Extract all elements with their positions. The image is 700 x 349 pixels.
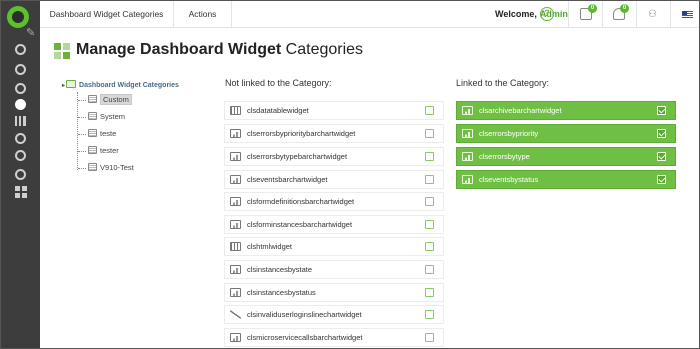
app-frame: ✎ Dashboard Widget Categories Actions We… xyxy=(0,0,700,349)
divider xyxy=(602,1,603,28)
linked-checkbox[interactable] xyxy=(657,129,666,138)
bar-chart-icon xyxy=(462,129,473,138)
grid-apps-icon[interactable] xyxy=(1,183,40,201)
link-checkbox[interactable] xyxy=(425,310,434,319)
gear-icon[interactable] xyxy=(1,146,40,164)
list-item[interactable]: clshtmlwidget xyxy=(224,237,444,256)
tree-item-tester[interactable]: tester xyxy=(78,145,119,157)
bar-chart-icon xyxy=(462,106,473,115)
linked-item[interactable]: clserrorsbypriority xyxy=(456,124,676,143)
linked-item[interactable]: clserrorsbytype xyxy=(456,147,676,166)
logo-icon[interactable] xyxy=(7,6,29,28)
welcome-label: Welcome, xyxy=(495,9,537,19)
notification-count-badge: 0 xyxy=(620,4,629,13)
link-checkbox[interactable] xyxy=(425,106,434,115)
list-item[interactable]: clserrorsbytypebarchartwidget xyxy=(224,147,444,166)
page-title: Manage Dashboard Widget Categories xyxy=(76,41,364,58)
list-item[interactable]: clserrorsbyprioritybarchartwidget xyxy=(224,124,444,143)
us-flag-icon[interactable] xyxy=(682,11,693,19)
linked-item[interactable]: clsarchivebarchartwidget xyxy=(456,101,676,120)
folder-icon xyxy=(66,80,77,88)
link-checkbox[interactable] xyxy=(425,197,434,206)
task-count-badge: 0 xyxy=(588,4,597,13)
bar-chart-icon xyxy=(230,152,241,161)
bar-chart-icon xyxy=(230,333,241,342)
document-icon xyxy=(88,129,97,137)
tab-dashboard-widget-categories[interactable]: Dashboard Widget Categories xyxy=(40,1,174,28)
html-icon xyxy=(230,242,241,251)
compass-icon[interactable] xyxy=(1,60,40,78)
main-content: Manage Dashboard Widget Categories ▸ Dash… xyxy=(40,29,699,348)
bar-chart-icon[interactable] xyxy=(1,112,40,130)
search-chart-icon xyxy=(230,288,241,297)
list-item[interactable]: clsmicroservicecallsbarchartwidget xyxy=(224,328,444,347)
dashboard-icon[interactable] xyxy=(1,40,40,58)
bar-chart-icon xyxy=(462,152,473,161)
document-icon xyxy=(88,112,97,120)
link-checkbox[interactable] xyxy=(425,129,434,138)
search-chart-icon xyxy=(230,265,241,274)
list-item[interactable]: clsforminstancesbarchartwidget xyxy=(224,215,444,234)
list-item[interactable]: clsinvaliduserloginslinechartwidget xyxy=(224,305,444,324)
link-checkbox[interactable] xyxy=(425,152,434,161)
bar-chart-icon xyxy=(230,175,241,184)
link-checkbox[interactable] xyxy=(425,220,434,229)
top-bar: Dashboard Widget Categories Actions Welc… xyxy=(40,1,699,28)
tree-root[interactable]: ▸ Dashboard Widget Categories xyxy=(62,80,179,92)
cogs-icon[interactable] xyxy=(1,129,40,147)
list-item[interactable]: clsdatatablewidget xyxy=(224,101,444,120)
settings-gear-icon[interactable] xyxy=(1,95,40,113)
list-item[interactable]: clseventsbarchartwidget xyxy=(224,170,444,189)
link-checkbox[interactable] xyxy=(425,265,434,274)
user-settings-icon[interactable]: ⚇ xyxy=(648,9,657,20)
divider xyxy=(670,1,671,28)
line-chart-icon xyxy=(230,310,241,319)
dashboard-widget-icon xyxy=(54,43,70,59)
bar-chart-icon xyxy=(230,129,241,138)
list-item[interactable]: clsformdefinitionsbarchartwidget xyxy=(224,192,444,211)
linked-title: Linked to the Category: xyxy=(456,78,550,88)
document-icon xyxy=(88,146,97,154)
bar-chart-icon xyxy=(230,220,241,229)
linked-checkbox[interactable] xyxy=(657,106,666,115)
tree-item-system[interactable]: System xyxy=(78,111,125,123)
sidebar: ✎ xyxy=(1,1,40,348)
tree-item-custom[interactable]: Custom xyxy=(78,94,132,106)
tree-item-teste[interactable]: teste xyxy=(78,128,116,140)
divider xyxy=(568,1,569,28)
document-icon xyxy=(88,163,97,171)
tab-actions[interactable]: Actions xyxy=(174,1,232,28)
list-item[interactable]: clsinstancesbystate xyxy=(224,260,444,279)
list-item[interactable]: clsinstancesbystatus xyxy=(224,283,444,302)
linked-item[interactable]: clseventsbystatus xyxy=(456,170,676,189)
not-linked-title: Not linked to the Category: xyxy=(225,78,332,88)
link-checkbox[interactable] xyxy=(425,242,434,251)
bar-chart-icon xyxy=(462,175,473,184)
linked-checkbox[interactable] xyxy=(657,152,666,161)
help-icon[interactable]: ? xyxy=(540,7,554,21)
help-circle-icon[interactable] xyxy=(1,165,40,183)
link-checkbox[interactable] xyxy=(425,333,434,342)
tree-item-v910-test[interactable]: V910-Test xyxy=(78,162,134,174)
document-icon xyxy=(88,95,97,103)
link-checkbox[interactable] xyxy=(425,175,434,184)
welcome-message: Welcome, Admin xyxy=(495,1,568,28)
link-checkbox[interactable] xyxy=(425,288,434,297)
linked-checkbox[interactable] xyxy=(657,175,666,184)
bar-chart-icon xyxy=(230,197,241,206)
table-icon xyxy=(230,106,241,115)
pin-icon[interactable]: ✎ xyxy=(26,26,35,39)
divider xyxy=(636,1,637,28)
